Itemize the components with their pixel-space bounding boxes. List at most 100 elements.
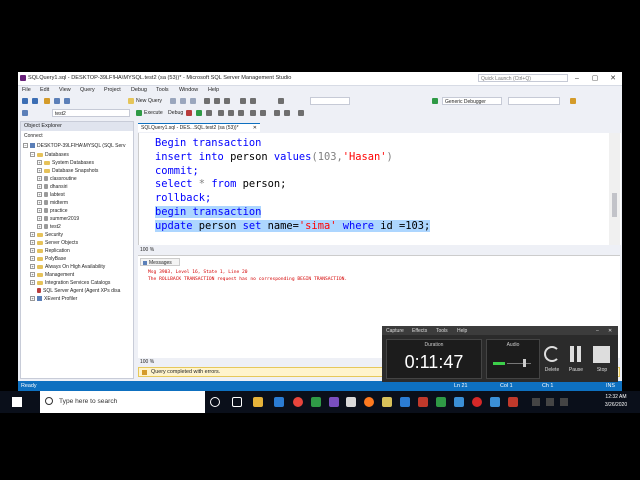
sql-editor[interactable]: Begin transaction insert into person val… xyxy=(138,133,621,245)
menu-edit[interactable]: Edit xyxy=(40,87,49,93)
stop-button-label[interactable]: Stop xyxy=(592,367,612,373)
firefox-icon[interactable] xyxy=(364,397,374,407)
collapse-icon[interactable]: − xyxy=(23,143,28,149)
xmla-icon[interactable] xyxy=(190,98,196,104)
app-icon[interactable] xyxy=(400,397,410,407)
close-button[interactable]: ✕ xyxy=(604,72,622,85)
tree-item[interactable]: + System Databases xyxy=(37,159,94,167)
task-view-icon[interactable] xyxy=(232,397,242,407)
app-icon[interactable] xyxy=(454,397,464,407)
editor-scrollbar[interactable] xyxy=(609,133,620,245)
expand-icon[interactable]: + xyxy=(37,160,42,166)
app-icon[interactable] xyxy=(346,397,356,407)
debug-button[interactable]: Debug xyxy=(168,110,183,116)
cut-icon[interactable] xyxy=(204,98,210,104)
menu-view[interactable]: View xyxy=(59,87,71,93)
config-select[interactable] xyxy=(310,97,350,105)
expand-icon[interactable]: + xyxy=(37,208,42,214)
menu-query[interactable]: Query xyxy=(80,87,95,93)
menu-project[interactable]: Project xyxy=(104,87,121,93)
stop-icon[interactable] xyxy=(593,346,610,363)
expand-icon[interactable]: + xyxy=(37,224,42,230)
tree-item[interactable]: + summer2019 xyxy=(37,215,79,223)
app-icon[interactable] xyxy=(490,397,500,407)
delete-icon[interactable] xyxy=(544,346,560,362)
windows-start-icon[interactable] xyxy=(12,397,22,407)
tree-item[interactable]: SQL Server Agent (Agent XPs disa xyxy=(30,287,120,295)
new-query-button[interactable]: New Query xyxy=(136,98,162,104)
expand-icon[interactable]: + xyxy=(37,184,42,190)
tree-item[interactable]: + Security xyxy=(30,231,63,239)
app-icon[interactable] xyxy=(311,397,321,407)
maximize-button[interactable]: ▢ xyxy=(586,72,604,85)
save-icon[interactable] xyxy=(54,98,60,104)
tree-item[interactable]: + classroutine xyxy=(37,175,77,183)
tree-item[interactable]: + Always On High Availability xyxy=(30,263,105,271)
app-icon[interactable] xyxy=(329,397,339,407)
tree-item[interactable]: + Management xyxy=(30,271,74,279)
system-tray-icon[interactable] xyxy=(532,398,540,406)
editor-zoom-select[interactable]: 100 % xyxy=(140,246,154,254)
cancel-query-icon[interactable] xyxy=(186,110,192,116)
execute-icon[interactable] xyxy=(136,110,142,116)
tree-item[interactable]: + labtest xyxy=(37,191,65,199)
results-to-file-icon[interactable] xyxy=(238,110,244,116)
database-select[interactable]: test2 xyxy=(52,109,130,117)
specify-values-icon[interactable] xyxy=(298,110,304,116)
tree-item[interactable]: + Integration Services Catalogs xyxy=(30,279,110,287)
app-icon[interactable] xyxy=(436,397,446,407)
tree-item[interactable]: + PolyBase xyxy=(30,255,66,263)
quick-launch-input[interactable]: Quick Launch (Ctrl+Q) xyxy=(478,74,568,82)
menu-debug[interactable]: Debug xyxy=(131,87,147,93)
expand-icon[interactable]: + xyxy=(37,216,42,222)
back-icon[interactable] xyxy=(22,98,28,104)
tree-item[interactable]: + dhansiri xyxy=(37,183,68,191)
scrollbar-thumb[interactable] xyxy=(612,193,617,217)
app-icon[interactable] xyxy=(274,397,284,407)
start-icon[interactable] xyxy=(432,98,438,104)
expand-icon[interactable]: + xyxy=(37,192,42,198)
recorder-menu-capture[interactable]: Capture xyxy=(386,328,404,334)
collapse-icon[interactable]: − xyxy=(30,152,35,158)
audio-volume-track[interactable] xyxy=(507,363,531,364)
redo-icon[interactable] xyxy=(250,98,256,104)
tree-server[interactable]: − DESKTOP-39LFIHA\MYSQL (SQL Serv xyxy=(23,142,125,150)
outdent-icon[interactable] xyxy=(274,110,280,116)
menu-file[interactable]: File xyxy=(22,87,31,93)
expand-icon[interactable]: + xyxy=(30,256,35,262)
audio-volume-slider[interactable] xyxy=(523,359,526,367)
expand-icon[interactable]: + xyxy=(30,272,35,278)
minimize-button[interactable]: – xyxy=(568,72,586,85)
tree-item[interactable]: + Database Snapshots xyxy=(37,167,98,175)
expand-icon[interactable]: + xyxy=(30,296,35,302)
tree-item[interactable]: + XEvent Profiler xyxy=(30,295,77,303)
network-icon[interactable] xyxy=(546,398,554,406)
delete-button-label[interactable]: Delete xyxy=(542,367,562,373)
tree-item[interactable]: + Server Objects xyxy=(30,239,78,247)
cortana-icon[interactable] xyxy=(210,397,220,407)
display-plan-icon[interactable] xyxy=(206,110,212,116)
tree-databases[interactable]: − Databases xyxy=(30,151,69,159)
expand-icon[interactable]: + xyxy=(30,240,35,246)
tree-item[interactable]: + test2 xyxy=(37,223,61,231)
chrome-icon[interactable] xyxy=(293,397,303,407)
file-explorer-icon[interactable] xyxy=(253,397,263,407)
tree-item[interactable]: + practice xyxy=(37,207,68,215)
tab-sqlquery1[interactable]: SQLQuery1.sql - DES...SQL.test2 (sa (53)… xyxy=(138,123,260,132)
app-icon[interactable] xyxy=(472,397,482,407)
menu-help[interactable]: Help xyxy=(208,87,219,93)
uncomment-icon[interactable] xyxy=(260,110,266,116)
expand-icon[interactable]: + xyxy=(37,168,42,174)
dmx-icon[interactable] xyxy=(180,98,186,104)
app-icon[interactable] xyxy=(508,397,518,407)
copy-icon[interactable] xyxy=(214,98,220,104)
connect-button[interactable]: Connect xyxy=(24,133,43,139)
expand-icon[interactable]: + xyxy=(37,200,42,206)
save-all-icon[interactable] xyxy=(64,98,70,104)
expand-icon[interactable]: + xyxy=(37,176,42,182)
close-tab-icon[interactable]: ✕ xyxy=(253,124,257,132)
menu-window[interactable]: Window xyxy=(179,87,198,93)
comment-icon[interactable] xyxy=(250,110,256,116)
pause-icon[interactable] xyxy=(570,346,574,362)
tree-item[interactable]: + Replication xyxy=(30,247,70,255)
